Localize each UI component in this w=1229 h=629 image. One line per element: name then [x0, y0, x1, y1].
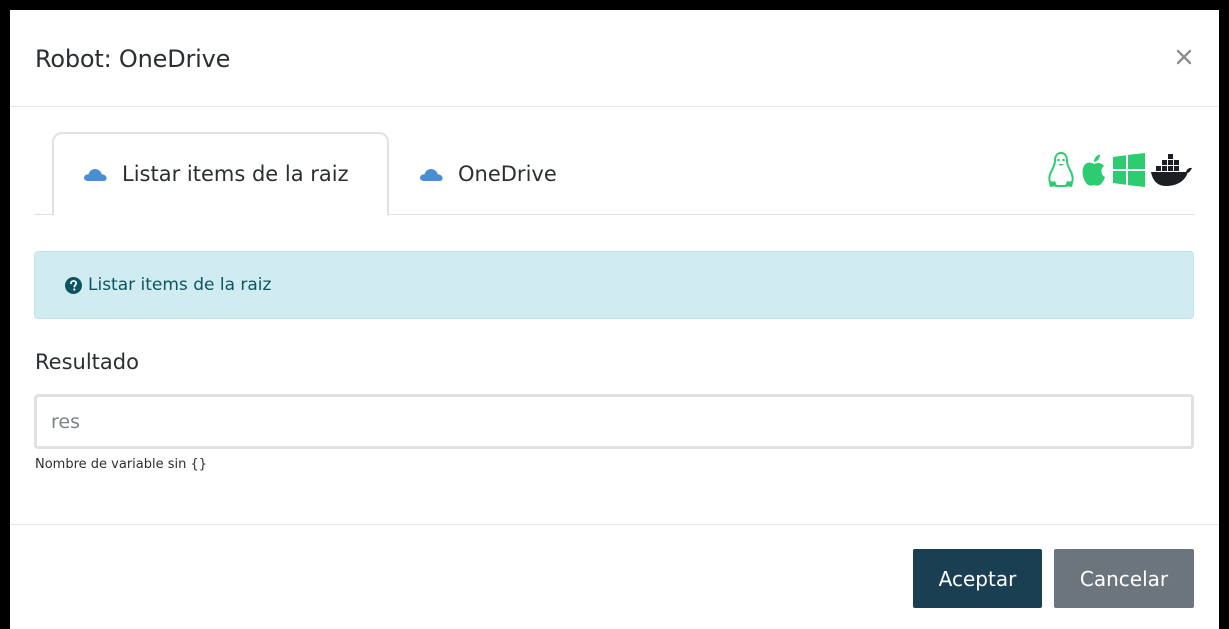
- tab-label: OneDrive: [458, 161, 557, 186]
- onedrive-cloud-icon: [82, 165, 108, 183]
- cancel-button[interactable]: Cancelar: [1054, 549, 1194, 608]
- tabs-bar: Listar items de la raiz OneDrive: [34, 132, 1194, 216]
- tab-listar-items[interactable]: Listar items de la raiz: [52, 132, 389, 216]
- os-compatibility-icons: [1046, 150, 1194, 190]
- robot-dialog: Robot: OneDrive Listar items de la raiz: [10, 10, 1219, 629]
- onedrive-cloud-icon: [418, 165, 444, 183]
- close-button[interactable]: [1173, 46, 1195, 68]
- accept-button[interactable]: Aceptar: [913, 549, 1042, 608]
- question-circle-icon: [65, 276, 82, 294]
- dialog-title: Robot: OneDrive: [35, 45, 231, 73]
- result-variable-input[interactable]: [34, 394, 1194, 449]
- close-icon: [1176, 49, 1192, 65]
- linux-icon: [1048, 151, 1074, 187]
- windows-icon: [1113, 153, 1145, 187]
- info-alert: Listar items de la raiz: [34, 251, 1194, 319]
- docker-icon: [1151, 154, 1192, 186]
- tab-label: Listar items de la raiz: [122, 162, 349, 186]
- apple-icon: [1082, 154, 1105, 186]
- tab-onedrive[interactable]: OneDrive: [394, 132, 594, 215]
- result-label: Resultado: [35, 350, 139, 374]
- info-text: Listar items de la raiz: [88, 275, 272, 295]
- dialog-header: Robot: OneDrive: [10, 10, 1219, 107]
- result-help-text: Nombre de variable sin {}: [35, 457, 208, 472]
